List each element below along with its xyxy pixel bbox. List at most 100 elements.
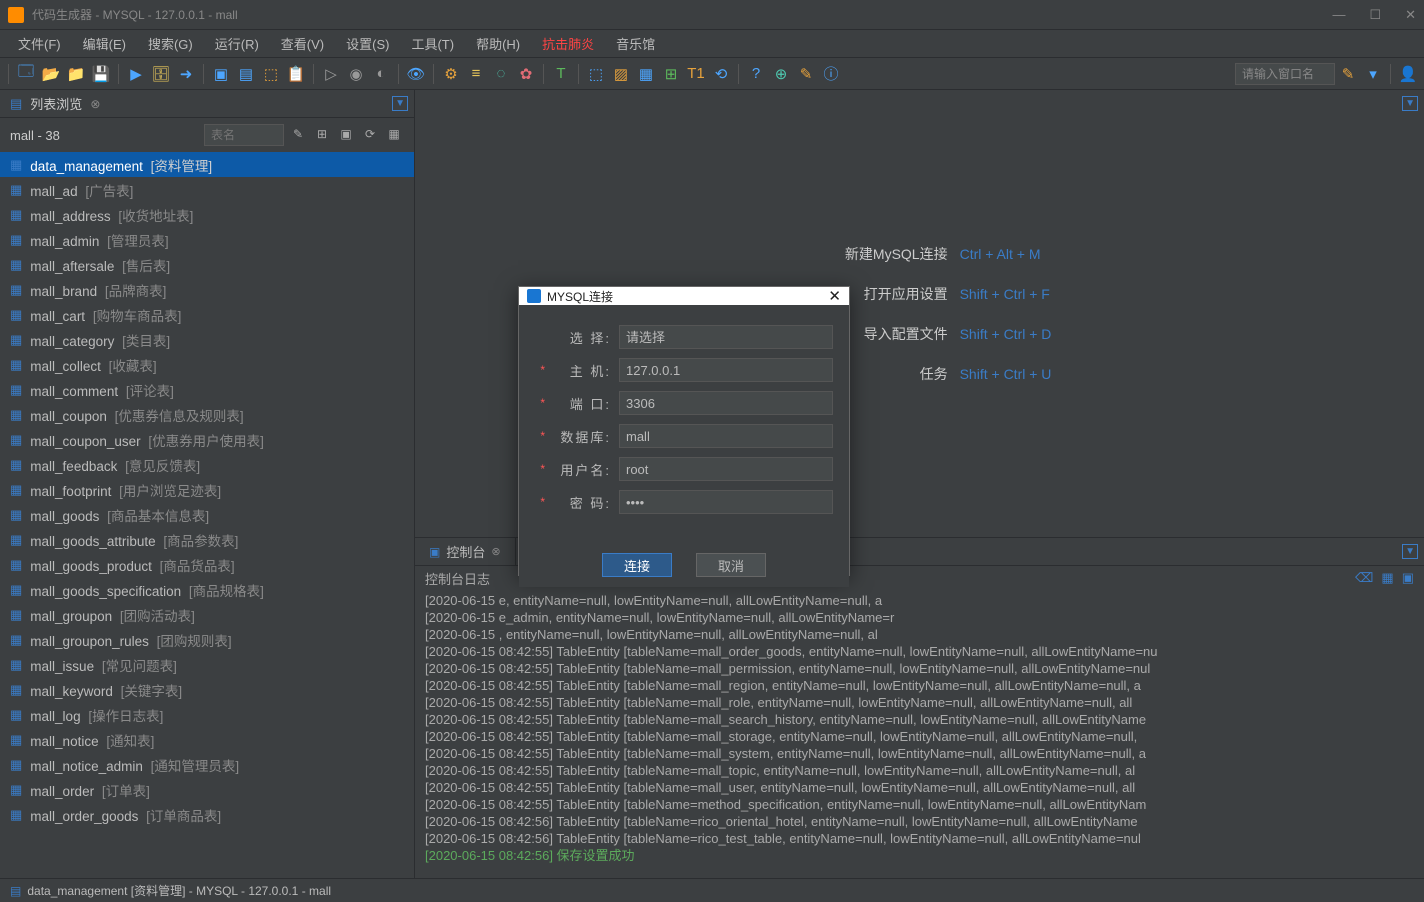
console-tab[interactable]: ▣控制台⊗: [415, 538, 516, 565]
table-row[interactable]: ▦mall_keyword [关键字表]: [0, 677, 414, 702]
layout1-icon[interactable]: ▣: [209, 62, 233, 86]
close-tab-icon[interactable]: ⊗: [90, 97, 100, 111]
grid-icon[interactable]: ▦: [634, 62, 658, 86]
pencil-icon[interactable]: ✎: [288, 124, 308, 144]
save-icon[interactable]: 💾: [89, 62, 113, 86]
help-icon[interactable]: ?: [744, 62, 768, 86]
table-row[interactable]: ▦data_management [资料管理]: [0, 152, 414, 177]
table-row[interactable]: ▦mall_feedback [意见反馈表]: [0, 452, 414, 477]
arrow-icon[interactable]: ➜: [174, 62, 198, 86]
folder-icon[interactable]: 📁: [64, 62, 88, 86]
pencil-icon[interactable]: ✎: [1336, 62, 1360, 86]
add-icon[interactable]: ⊞: [312, 124, 332, 144]
table-row[interactable]: ▦mall_collect [收藏表]: [0, 352, 414, 377]
menu-item[interactable]: 帮助(H): [466, 31, 530, 56]
table-filter-input[interactable]: [204, 124, 284, 146]
structure-icon[interactable]: ⬚: [259, 62, 283, 86]
cancel-button[interactable]: 取消: [696, 553, 766, 577]
menu-item[interactable]: 文件(F): [8, 31, 71, 56]
menu-item[interactable]: 抗击肺炎: [532, 31, 604, 56]
table-row[interactable]: ▦mall_issue [常见问题表]: [0, 652, 414, 677]
maximize-icon[interactable]: ▣: [1402, 570, 1414, 586]
window-search-input[interactable]: 请输入窗口名: [1235, 63, 1335, 85]
bookmark-icon[interactable]: ▶: [124, 62, 148, 86]
brush-icon[interactable]: ⌫: [1355, 570, 1373, 586]
table-row[interactable]: ▦mall_admin [管理员表]: [0, 227, 414, 252]
table-row[interactable]: ▦mall_groupon_rules [团购规则表]: [0, 627, 414, 652]
port-input[interactable]: [619, 391, 833, 415]
table-row[interactable]: ▦mall_footprint [用户浏览足迹表]: [0, 477, 414, 502]
dropdown-icon[interactable]: ▼: [392, 96, 408, 111]
table-row[interactable]: ▦mall_cart [购物车商品表]: [0, 302, 414, 327]
username-input[interactable]: [619, 457, 833, 481]
table-row[interactable]: ▦mall_address [收货地址表]: [0, 202, 414, 227]
table-row[interactable]: ▦mall_comment [评论表]: [0, 377, 414, 402]
menu-item[interactable]: 搜索(G): [138, 31, 203, 56]
stop-icon[interactable]: ◉: [344, 62, 368, 86]
host-input[interactable]: [619, 358, 833, 382]
db-stack-icon[interactable]: ≡: [464, 62, 488, 86]
dialog-close-icon[interactable]: ✕: [828, 287, 841, 305]
copy-icon[interactable]: ▣: [336, 124, 356, 144]
select-icon[interactable]: ⬚: [584, 62, 608, 86]
user-icon[interactable]: 👤: [1396, 62, 1420, 86]
text-icon[interactable]: T: [549, 62, 573, 86]
gear-icon[interactable]: ⚙: [439, 62, 463, 86]
table-row[interactable]: ▦mall_aftersale [售后表]: [0, 252, 414, 277]
table-row[interactable]: ▦mall_notice [通知表]: [0, 727, 414, 752]
table-row[interactable]: ▦mall_coupon [优惠券信息及规则表]: [0, 402, 414, 427]
collapse-icon[interactable]: ▦: [384, 124, 404, 144]
tag-icon[interactable]: T1: [684, 62, 708, 86]
open-folder-icon[interactable]: 📂: [39, 62, 63, 86]
table-row[interactable]: ▦mall_brand [品牌商表]: [0, 277, 414, 302]
info-icon[interactable]: ⓘ: [819, 62, 843, 86]
table-row[interactable]: ▦mall_notice_admin [通知管理员表]: [0, 752, 414, 777]
dropdown-icon[interactable]: ▼: [1402, 544, 1418, 559]
menu-item[interactable]: 查看(V): [271, 31, 334, 56]
refresh-icon[interactable]: ⟳: [360, 124, 380, 144]
table-row[interactable]: ▦mall_log [操作日志表]: [0, 702, 414, 727]
table-row[interactable]: ▦mall_ad [广告表]: [0, 177, 414, 202]
close-icon[interactable]: ⊗: [491, 545, 500, 558]
database-input[interactable]: [619, 424, 833, 448]
table-row[interactable]: ▦mall_order_goods [订单商品表]: [0, 802, 414, 827]
table-row[interactable]: ▦mall_coupon_user [优惠券用户使用表]: [0, 427, 414, 452]
database-icon[interactable]: 🗄: [149, 62, 173, 86]
chevron-down-icon[interactable]: ▾: [1361, 62, 1385, 86]
table-row[interactable]: ▦mall_goods [商品基本信息表]: [0, 502, 414, 527]
menu-item[interactable]: 编辑(E): [73, 31, 136, 56]
menu-item[interactable]: 运行(R): [205, 31, 269, 56]
menu-item[interactable]: 设置(S): [336, 31, 399, 56]
layout2-icon[interactable]: ▤: [234, 62, 258, 86]
close-button[interactable]: ✕: [1405, 7, 1416, 23]
export-icon[interactable]: ▦: [1381, 570, 1393, 586]
link-icon[interactable]: ⟲: [709, 62, 733, 86]
circle-icon[interactable]: ◌: [489, 62, 513, 86]
dropdown-icon[interactable]: ▼: [1402, 96, 1418, 111]
diff-icon[interactable]: ▨: [609, 62, 633, 86]
menu-item[interactable]: 音乐馆: [606, 31, 665, 56]
select-input[interactable]: 请选择: [619, 325, 833, 349]
sidebar-tab-title[interactable]: 列表浏览: [30, 94, 82, 113]
new-connection-icon[interactable]: 🗔: [14, 62, 38, 86]
eye-icon[interactable]: 👁: [404, 62, 428, 86]
tree-icon[interactable]: ⊞: [659, 62, 683, 86]
minimize-button[interactable]: —: [1332, 7, 1345, 23]
upload-icon[interactable]: ⊕: [769, 62, 793, 86]
connect-button[interactable]: 连接: [602, 553, 672, 577]
table-row[interactable]: ▦mall_goods_product [商品货品表]: [0, 552, 414, 577]
menu-item[interactable]: 工具(T): [401, 31, 464, 56]
table-row[interactable]: ▦mall_category [类目表]: [0, 327, 414, 352]
table-row[interactable]: ▦mall_groupon [团购活动表]: [0, 602, 414, 627]
edit-icon[interactable]: ✎: [794, 62, 818, 86]
maximize-button[interactable]: ☐: [1369, 7, 1381, 23]
password-input[interactable]: [619, 490, 833, 514]
dialog-titlebar[interactable]: MYSQL连接 ✕: [519, 287, 849, 305]
compass-icon[interactable]: ◐: [369, 62, 393, 86]
table-row[interactable]: ▦mall_goods_specification [商品规格表]: [0, 577, 414, 602]
hierarchy-icon[interactable]: 📋: [284, 62, 308, 86]
run-icon[interactable]: ▷: [319, 62, 343, 86]
settings-icon[interactable]: ✿: [514, 62, 538, 86]
table-row[interactable]: ▦mall_order [订单表]: [0, 777, 414, 802]
table-row[interactable]: ▦mall_goods_attribute [商品参数表]: [0, 527, 414, 552]
